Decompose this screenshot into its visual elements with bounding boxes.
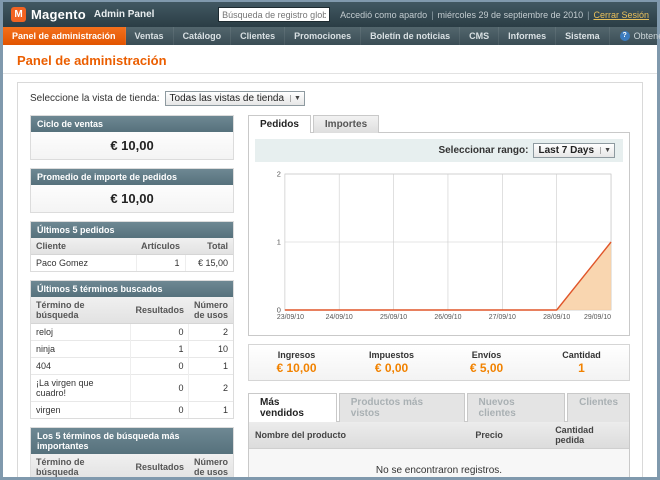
bestsellers-grid: Nombre del producto Precio Cantidad pedi… — [248, 421, 630, 477]
nav-customers[interactable]: Clientes — [231, 27, 285, 45]
svg-text:24/09/10: 24/09/10 — [326, 314, 353, 321]
session-info: Accedió como apardo|miércoles 29 de sept… — [340, 10, 649, 20]
chevron-down-icon: ▼ — [600, 147, 611, 154]
nav-reports[interactable]: Informes — [499, 27, 556, 45]
page-title: Panel de administración — [17, 53, 643, 68]
totals-strip: Ingresos € 10,00 Impuestos € 0,00 Envíos… — [248, 344, 630, 381]
table-row[interactable]: ¡La virgen que cuadro!02 — [31, 375, 233, 402]
svg-text:27/09/10: 27/09/10 — [489, 314, 516, 321]
table-row[interactable]: Paco Gomez 1 € 15,00 — [31, 255, 233, 272]
svg-text:29/09/10: 29/09/10 — [584, 314, 611, 321]
range-label: Seleccionar rango: — [438, 145, 528, 156]
orders-chart-panel: Seleccionar rango: Last 7 Days▼ 01223/09… — [248, 132, 630, 336]
nav-dashboard[interactable]: Panel de administración — [3, 27, 126, 45]
orders-area-chart: 01223/09/1024/09/1025/09/1026/09/1027/09… — [255, 166, 623, 324]
store-view-label: Seleccione la vista de tienda: — [30, 93, 160, 104]
top-search-terms-box: Los 5 términos de búsqueda más important… — [30, 427, 234, 477]
svg-text:1: 1 — [277, 237, 281, 246]
store-view-select[interactable]: Todas las vistas de tienda▼ — [165, 91, 305, 106]
nav-catalog[interactable]: Catálogo — [174, 27, 232, 45]
last-search-terms-box: Últimos 5 términos buscados Término de b… — [30, 280, 234, 419]
range-select[interactable]: Last 7 Days▼ — [533, 143, 615, 158]
svg-text:2: 2 — [277, 169, 281, 178]
empty-records-message: No se encontraron registros. — [249, 449, 629, 477]
last-orders-table: Cliente Artículos Total Paco Gomez 1 € 1… — [31, 238, 233, 271]
tab-customers[interactable]: Clientes — [567, 393, 630, 422]
tab-orders[interactable]: Pedidos — [248, 115, 311, 133]
svg-text:25/09/10: 25/09/10 — [380, 314, 407, 321]
brand-subtitle: Admin Panel — [94, 9, 155, 20]
lifetime-sales-value: € 10,00 — [31, 132, 233, 159]
tab-most-viewed[interactable]: Productos más vistos — [339, 393, 465, 422]
nav-newsletter[interactable]: Boletín de noticias — [361, 27, 460, 45]
page-content: Panel de administración Seleccione la vi… — [3, 45, 657, 477]
svg-text:23/09/10: 23/09/10 — [277, 314, 304, 321]
chevron-down-icon: ▼ — [290, 95, 301, 102]
nav-promotions[interactable]: Promociones — [285, 27, 361, 45]
stats-sidebar: Ciclo de ventas € 10,00 Promedio de impo… — [30, 115, 234, 477]
last-search-terms-table: Término de búsqueda Resultados Número de… — [31, 297, 233, 418]
nav-cms[interactable]: CMS — [460, 27, 499, 45]
lifetime-sales-title: Ciclo de ventas — [31, 116, 233, 132]
average-orders-value: € 10,00 — [31, 185, 233, 212]
brand-name: Magento — [31, 7, 86, 22]
magento-logo-icon: M — [11, 7, 26, 22]
top-bar: M Magento Admin Panel Accedió como apard… — [3, 2, 657, 27]
table-row[interactable]: 40401 — [31, 358, 233, 375]
nav-sales[interactable]: Ventas — [126, 27, 174, 45]
table-row[interactable]: reloj02 — [31, 324, 233, 341]
average-orders-title: Promedio de importe de pedidos — [31, 169, 233, 185]
logged-in-as: Accedió como apardo — [340, 10, 427, 20]
total-revenue: Ingresos € 10,00 — [249, 350, 344, 375]
help-link[interactable]: ? Obtener ayuda para esta página — [610, 27, 660, 45]
admin-window: M Magento Admin Panel Accedió como apard… — [3, 2, 657, 477]
help-icon: ? — [620, 31, 630, 41]
lifetime-sales-box: Ciclo de ventas € 10,00 — [30, 115, 234, 160]
total-shipping: Envíos € 5,00 — [439, 350, 534, 375]
main-nav: Panel de administración Ventas Catálogo … — [3, 27, 657, 45]
top-search-terms-table: Término de búsqueda Resultados Número de… — [31, 454, 233, 477]
tab-bestsellers[interactable]: Más vendidos — [248, 393, 337, 422]
magento-logo: M Magento Admin Panel — [11, 7, 154, 22]
top-search-terms-title: Los 5 términos de búsqueda más important… — [31, 428, 233, 454]
tab-new-customers[interactable]: Nuevos clientes — [467, 393, 566, 422]
last-orders-title: Últimos 5 pedidos — [31, 222, 233, 238]
last-orders-box: Últimos 5 pedidos Cliente Artículos Tota… — [30, 221, 234, 272]
total-quantity: Cantidad 1 — [534, 350, 629, 375]
table-row[interactable]: ninja110 — [31, 341, 233, 358]
logout-link[interactable]: Cerrar Sesión — [593, 10, 649, 20]
table-row[interactable]: virgen01 — [31, 402, 233, 419]
total-tax: Impuestos € 0,00 — [344, 350, 439, 375]
global-search-input[interactable] — [218, 7, 330, 22]
dashboard-main: Pedidos Importes Seleccionar rango: Last… — [248, 115, 630, 477]
average-orders-box: Promedio de importe de pedidos € 10,00 — [30, 168, 234, 213]
tab-amounts[interactable]: Importes — [313, 115, 379, 133]
current-date: miércoles 29 de septiembre de 2010 — [438, 10, 584, 20]
nav-system[interactable]: Sistema — [556, 27, 610, 45]
dashboard-container: Seleccione la vista de tienda: Todas las… — [17, 82, 643, 477]
svg-text:26/09/10: 26/09/10 — [434, 314, 461, 321]
orders-chart: 01223/09/1024/09/1025/09/1026/09/1027/09… — [255, 162, 623, 329]
last-search-terms-title: Últimos 5 términos buscados — [31, 281, 233, 297]
svg-text:28/09/10: 28/09/10 — [543, 314, 570, 321]
